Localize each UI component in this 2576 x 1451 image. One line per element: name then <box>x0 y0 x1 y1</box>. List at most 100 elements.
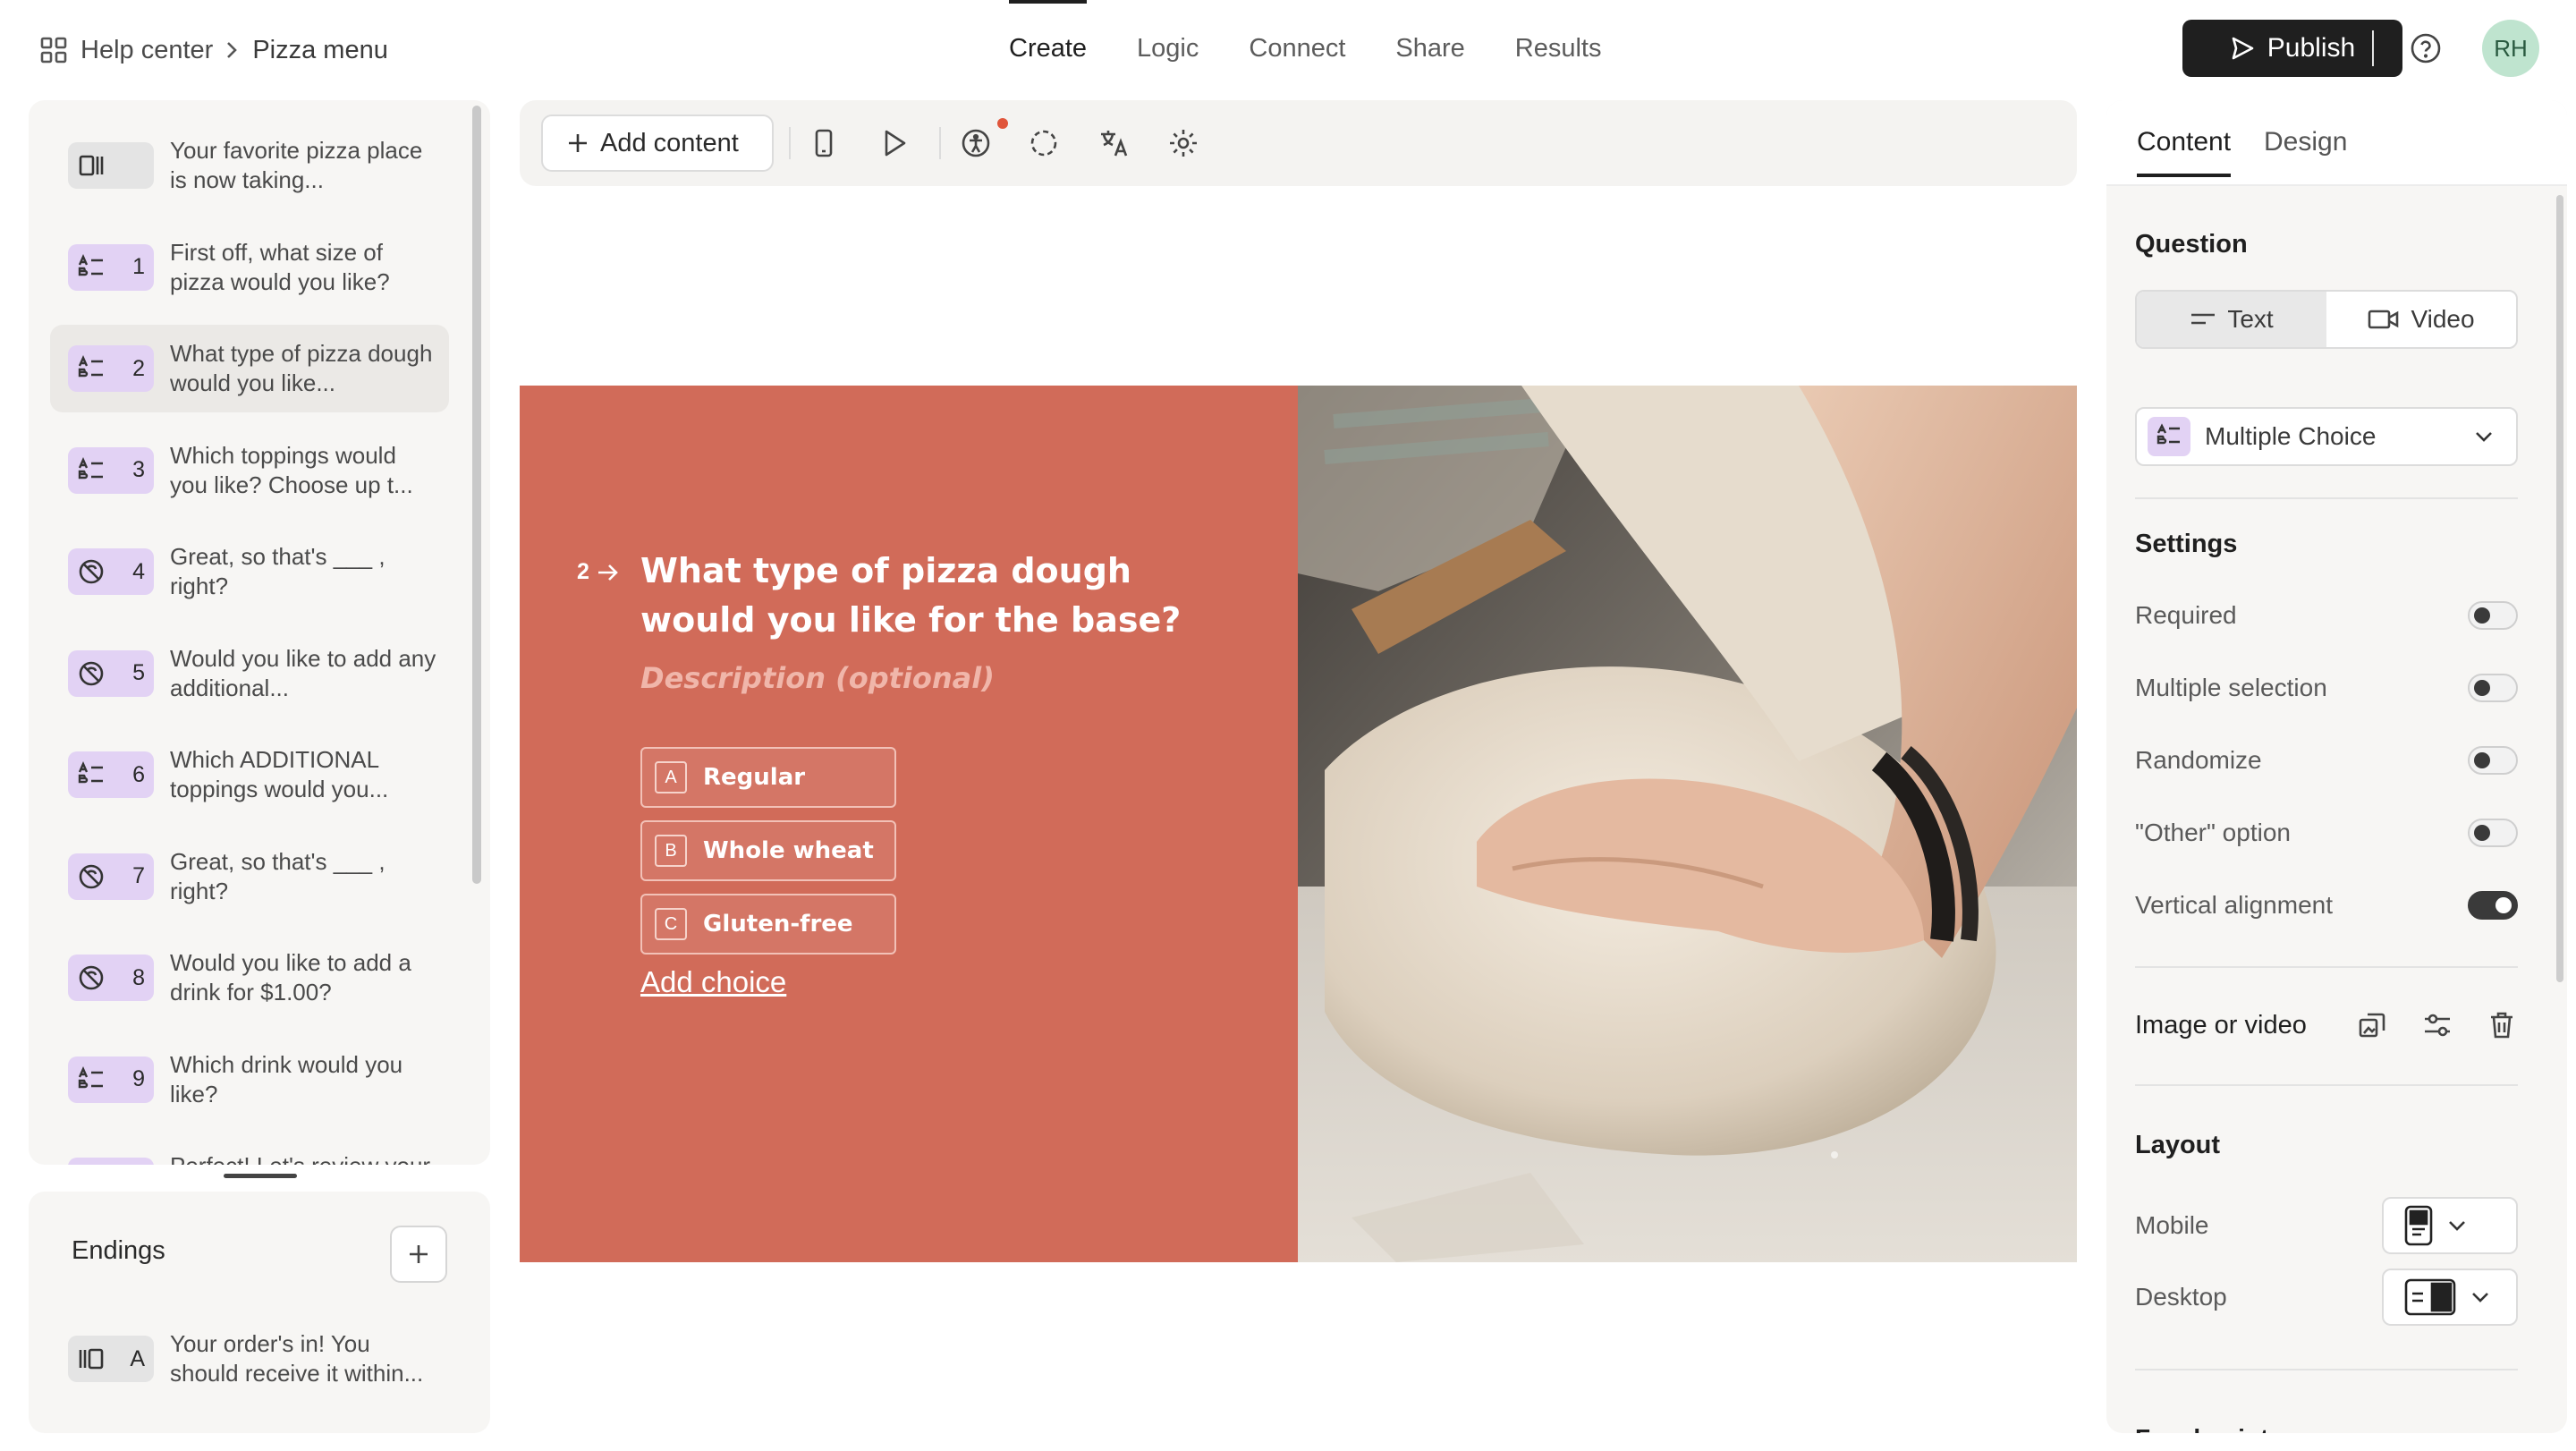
add-content-button[interactable]: Add content <box>541 115 774 172</box>
question-badge: 5 <box>68 649 154 697</box>
avatar[interactable]: RH <box>2482 20 2539 77</box>
setting-required: Required <box>2135 598 2518 633</box>
settings-gear-icon[interactable] <box>1167 127 1199 159</box>
question-type-dropdown[interactable]: Multiple Choice <box>2135 407 2518 466</box>
replace-image-icon[interactable] <box>2357 1009 2389 1041</box>
question-list-text: First off, what size of pizza would you … <box>170 238 390 295</box>
tab-share[interactable]: Share <box>1370 27 1489 71</box>
publish-label: Publish <box>2267 33 2356 63</box>
question-list-item[interactable]: 6 Which ADDITIONAL toppings would you... <box>50 731 449 819</box>
question-list-item[interactable]: 10 Perfect! Let's review your order. Pizz… <box>50 1137 449 1165</box>
question-number-badge: 6 <box>132 761 145 787</box>
question-badge: 3 <box>68 446 154 494</box>
question-number-badge: 7 <box>132 863 145 888</box>
chevron-down-icon <box>2446 1218 2468 1233</box>
tab-connect[interactable]: Connect <box>1224 27 1370 71</box>
question-description[interactable]: Description (optional) <box>640 661 995 695</box>
layout-heading: Layout <box>2135 1131 2221 1159</box>
randomize-toggle[interactable] <box>2468 746 2518 775</box>
mode-video-option[interactable]: Video <box>2326 292 2516 347</box>
setting-label: Required <box>2135 601 2237 629</box>
properties-scrollbar[interactable] <box>2556 195 2563 982</box>
breadcrumb-current[interactable]: Pizza menu <box>252 36 388 65</box>
question-badge: 1 <box>68 243 154 291</box>
question-list-item[interactable]: 4 Great, so that's ___ , right? <box>50 528 449 615</box>
main-nav: Create Logic Connect Share Results <box>984 0 1627 71</box>
question-badge: 7 <box>68 853 154 900</box>
question-badge: 10 <box>68 1158 154 1165</box>
trash-icon[interactable] <box>2486 1009 2518 1041</box>
divider <box>2135 1369 2518 1370</box>
question-number: 2 <box>577 559 620 585</box>
setting-label: Vertical alignment <box>2135 891 2334 919</box>
divider <box>2135 966 2518 968</box>
question-list-item[interactable]: 9 Which drink would you like? <box>50 1036 449 1124</box>
accessibility-icon[interactable] <box>960 127 992 159</box>
breadcrumb-root[interactable]: Help center <box>80 36 213 65</box>
choice-item[interactable]: B Whole wheat <box>640 820 896 881</box>
question-list-item[interactable]: 8 Would you like to add a drink for $1.00… <box>50 934 449 1022</box>
multiple-selection-toggle[interactable] <box>2468 674 2518 702</box>
multiple-choice-icon <box>2148 417 2190 456</box>
welcome-screen-icon <box>77 152 107 179</box>
question-title[interactable]: What type of pizza dough would you like … <box>640 547 1213 645</box>
question-list-text: Your favorite pizza place is now taking.… <box>170 137 423 193</box>
breadcrumb: Help center Pizza menu <box>39 32 388 68</box>
statement-icon <box>77 963 106 992</box>
question-badge: 4 <box>68 548 154 595</box>
question-badge: 8 <box>68 955 154 1001</box>
statement-icon <box>77 557 106 586</box>
choice-item[interactable]: C Gluten-free <box>640 894 896 955</box>
tab-logic[interactable]: Logic <box>1112 27 1224 71</box>
mode-text-option[interactable]: Text <box>2137 292 2326 347</box>
choice-key: B <box>655 835 687 867</box>
text-lines-icon <box>2190 310 2216 329</box>
question-list-text: Would you like to add any additional... <box>170 644 436 701</box>
divider <box>2135 1084 2518 1086</box>
add-ending-button[interactable] <box>390 1226 447 1283</box>
grid-icon[interactable] <box>39 36 68 64</box>
tab-content[interactable]: Content <box>2137 127 2232 177</box>
tab-create[interactable]: Create <box>984 0 1112 71</box>
desktop-layout-dropdown[interactable] <box>2382 1269 2518 1326</box>
image-or-video-row: Image or video <box>2135 1006 2518 1045</box>
loading-spinner-icon[interactable] <box>1028 127 1060 159</box>
translate-icon[interactable] <box>1097 127 1130 159</box>
ending-item[interactable]: A Your order's in! You should receive it… <box>50 1315 449 1403</box>
question-number-badge: 9 <box>132 1066 145 1091</box>
mobile-layout-dropdown[interactable] <box>2382 1197 2518 1254</box>
choice-key: A <box>655 761 687 793</box>
tab-results[interactable]: Results <box>1490 27 1627 71</box>
question-list-item[interactable]: 5 Would you like to add any additional... <box>50 630 449 717</box>
vertical-alignment-toggle[interactable] <box>2468 891 2518 920</box>
choice-item[interactable]: A Regular <box>640 747 896 808</box>
question-list-item[interactable]: 7 Great, so that's ___ , right? <box>50 833 449 921</box>
question-list-item[interactable]: Your favorite pizza place is now taking.… <box>50 122 449 209</box>
add-content-label: Add content <box>600 128 739 157</box>
panel-resize-handle[interactable] <box>224 1174 297 1178</box>
tab-design[interactable]: Design <box>2264 127 2347 157</box>
question-list-item[interactable]: 1 First off, what size of pizza would you… <box>50 224 449 311</box>
ending-badge: A <box>68 1336 154 1382</box>
adjust-sliders-icon[interactable] <box>2421 1009 2453 1041</box>
question-list-text: Great, so that's ___ , right? <box>170 847 386 904</box>
question-list-item[interactable]: 3 Which toppings would you like? Choose u… <box>50 427 449 514</box>
other-option-toggle[interactable] <box>2468 819 2518 847</box>
mobile-preview-icon[interactable] <box>808 127 840 159</box>
divider <box>2135 497 2518 499</box>
question-list-item[interactable]: 2 What type of pizza dough would you like… <box>50 325 449 412</box>
layout-mobile-label: Mobile <box>2135 1211 2209 1239</box>
help-icon[interactable] <box>2408 30 2444 66</box>
publish-button[interactable]: Publish <box>2182 20 2402 77</box>
mode-video-label: Video <box>2411 305 2475 333</box>
notification-dot <box>997 118 1008 129</box>
question-list-text: Would you like to add a drink for $1.00? <box>170 949 411 1006</box>
multiple-choice-icon <box>77 761 106 788</box>
add-choice-link[interactable]: Add choice <box>640 965 786 999</box>
question-badge <box>68 142 154 189</box>
play-preview-icon[interactable] <box>877 127 910 159</box>
question-number-text: 2 <box>577 559 589 584</box>
required-toggle[interactable] <box>2468 601 2518 630</box>
question-list-scrollbar[interactable] <box>472 106 481 884</box>
dough-kneading-image[interactable] <box>1298 386 2077 1262</box>
